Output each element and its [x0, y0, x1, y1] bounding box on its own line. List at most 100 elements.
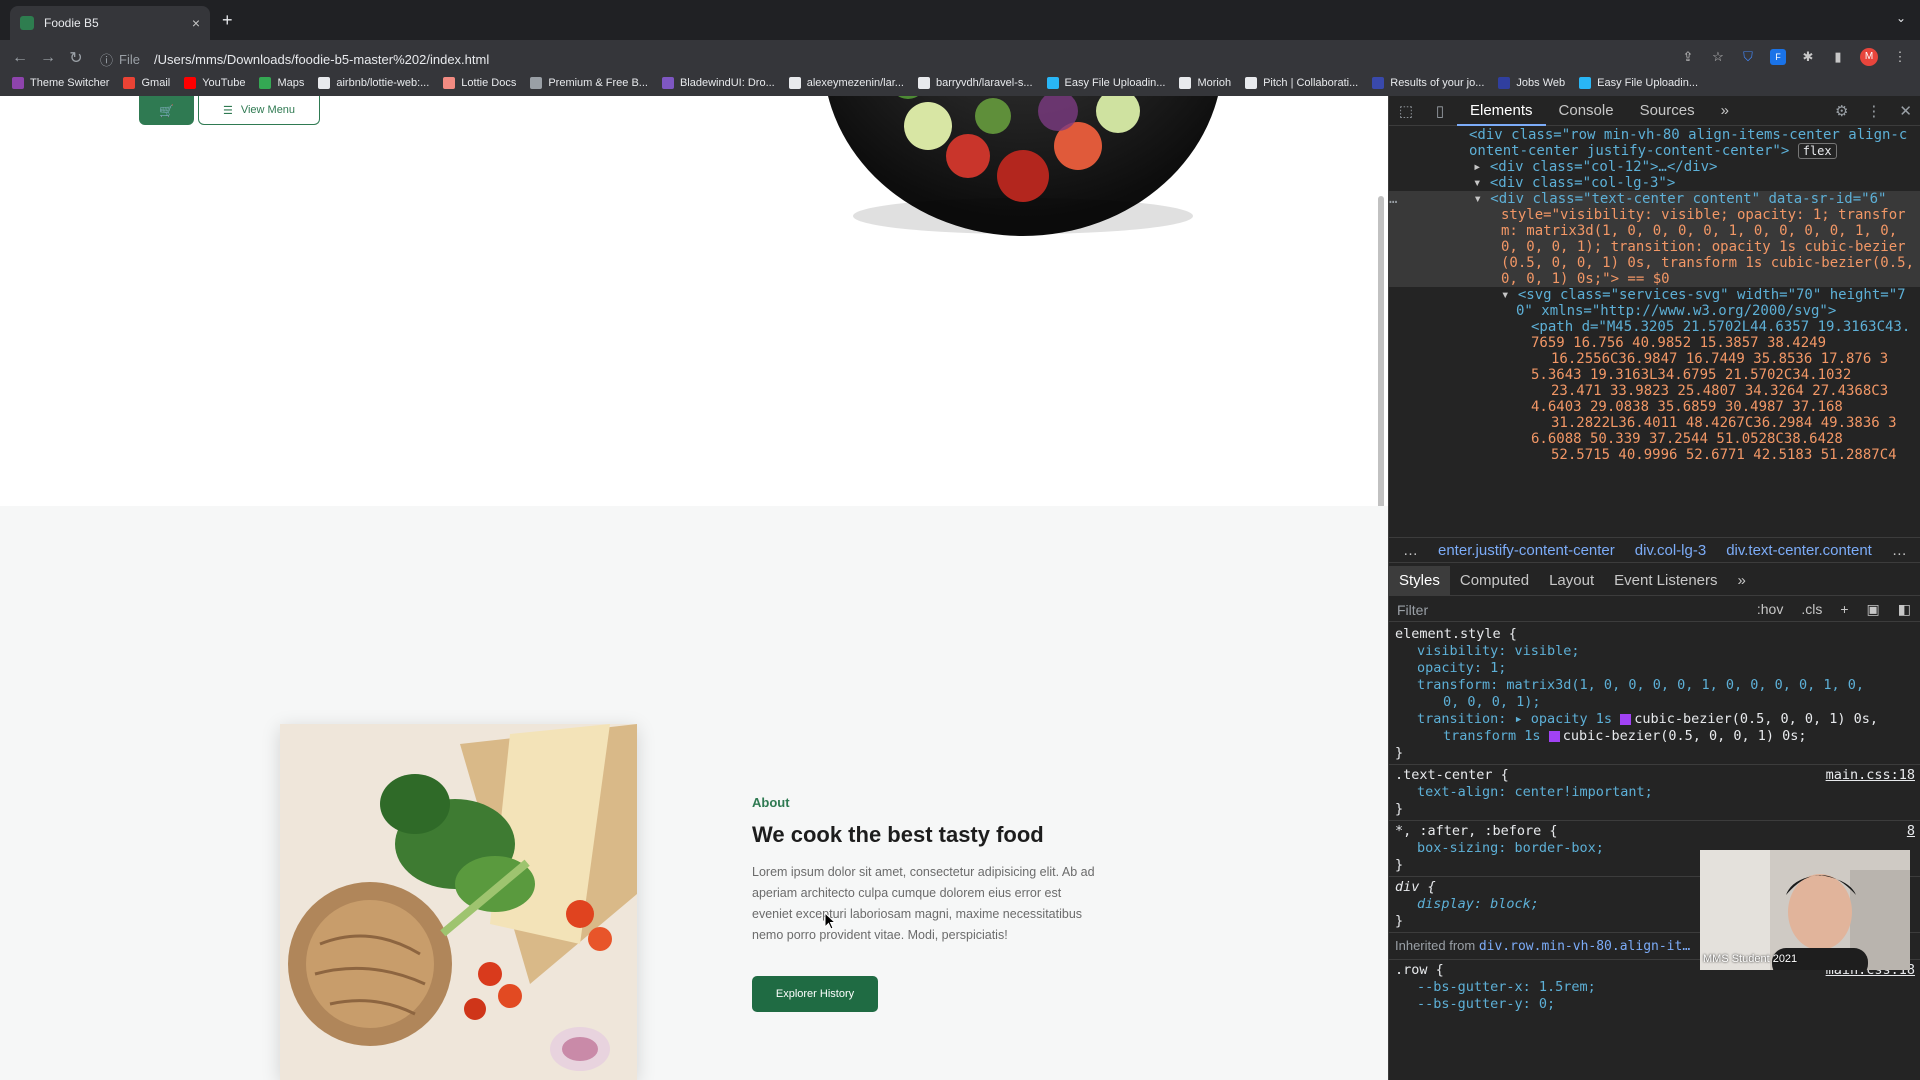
close-devtools-icon[interactable]: ✕: [1899, 102, 1912, 120]
inspect-element-icon[interactable]: ⬚: [1389, 102, 1423, 120]
site-info-icon[interactable]: ⓘ: [100, 50, 113, 69]
cart-button[interactable]: 🛒: [139, 96, 194, 125]
explorer-history-button[interactable]: Explorer History: [752, 976, 878, 1012]
tab-event-listeners[interactable]: Event Listeners: [1604, 566, 1727, 596]
extension-shield-icon[interactable]: ⛉: [1740, 49, 1756, 65]
bookmark-star-icon[interactable]: ☆: [1710, 49, 1726, 65]
inherited-from-link[interactable]: div.row.min-vh-80.align-it…: [1479, 939, 1690, 954]
bookmark-item[interactable]: Theme Switcher: [12, 77, 109, 89]
flex-badge[interactable]: flex: [1797, 143, 1837, 159]
dom-line[interactable]: <div class="row min-vh-80 align-items-ce…: [1469, 127, 1907, 143]
bookmark-favicon-icon: [788, 77, 801, 89]
breadcrumb-item[interactable]: div.col-lg-3: [1635, 542, 1706, 559]
style-property[interactable]: opacity: 1;: [1395, 660, 1915, 677]
url-text[interactable]: /Users/mms/Downloads/foodie-b5-master%20…: [154, 52, 489, 67]
bookmark-item[interactable]: Lottie Docs: [443, 77, 516, 89]
style-property[interactable]: --bs-gutter-y: 0;: [1395, 996, 1915, 1013]
about-paragraph: Lorem ipsum dolor sit amet, consectetur …: [752, 865, 1095, 942]
dom-line[interactable]: <path d="M45.3205 21.5702L44.6357 19.316…: [1531, 319, 1910, 335]
bookmark-item[interactable]: Results of your jo...: [1372, 77, 1484, 89]
bookmark-item[interactable]: alexeymezenin/lar...: [788, 77, 904, 89]
dom-line[interactable]: <div class="col-12">…</div>: [1490, 159, 1718, 175]
bookmark-label: Theme Switcher: [30, 77, 110, 89]
style-property[interactable]: text-align: center!important;: [1395, 784, 1915, 801]
extension-icon[interactable]: F: [1770, 49, 1786, 65]
reload-icon[interactable]: ↻: [62, 48, 90, 68]
new-tab-button[interactable]: +: [222, 10, 233, 31]
hover-state-toggle[interactable]: :hov: [1757, 601, 1783, 618]
bookmark-item[interactable]: Morioh: [1179, 77, 1231, 89]
selected-dom-node[interactable]: … ▾ <div class="text-center content" data…: [1389, 191, 1920, 287]
bookmark-item[interactable]: Gmail: [123, 77, 170, 89]
dom-line: 0" xmlns="http://www.w3.org/2000/svg">: [1516, 303, 1837, 319]
view-menu-button[interactable]: ☰ View Menu: [198, 96, 320, 125]
device-toolbar-icon[interactable]: ▯: [1423, 102, 1457, 120]
bookmark-label: Results of your jo...: [1390, 77, 1485, 89]
more-tabs-icon[interactable]: »: [1708, 96, 1742, 126]
text-center-rule[interactable]: .text-center { main.css:18 text-align: c…: [1389, 765, 1920, 821]
bookmark-favicon-icon: [1245, 77, 1258, 89]
breadcrumb-overflow[interactable]: …: [1892, 542, 1907, 559]
element-style-rule[interactable]: element.style { visibility: visible; opa…: [1389, 624, 1920, 765]
page-scrollbar[interactable]: [1378, 196, 1384, 526]
breadcrumb-overflow[interactable]: …: [1403, 542, 1418, 559]
extensions-puzzle-icon[interactable]: ✱: [1800, 49, 1816, 65]
browser-tab-active[interactable]: Foodie B5 ×: [10, 6, 210, 40]
profile-avatar[interactable]: M: [1860, 48, 1878, 66]
bookmark-item[interactable]: Easy File Uploadin...: [1579, 77, 1698, 89]
side-panel-icon[interactable]: ▮: [1830, 49, 1846, 65]
tab-computed[interactable]: Computed: [1450, 566, 1539, 596]
style-property[interactable]: transition: ▸ opacity 1s: [1417, 711, 1612, 727]
forward-icon[interactable]: →: [34, 49, 62, 67]
bezier-swatch-icon[interactable]: [1548, 730, 1560, 742]
toggle-sidebar-icon[interactable]: ◧: [1898, 601, 1911, 618]
share-icon[interactable]: ⇪: [1680, 49, 1696, 65]
bookmark-label: Jobs Web: [1516, 77, 1566, 89]
address-bar[interactable]: ⓘ File /Users/mms/Downloads/foodie-b5-ma…: [100, 46, 1690, 72]
bookmark-item[interactable]: barryvdh/laravel-s...: [917, 77, 1033, 89]
close-tab-icon[interactable]: ×: [192, 15, 200, 31]
bookmark-item[interactable]: Jobs Web: [1498, 77, 1565, 89]
dom-line: 7659 16.756 40.9852 15.3857 38.4249: [1531, 335, 1827, 351]
back-icon[interactable]: ←: [6, 49, 34, 67]
tab-styles[interactable]: Styles: [1389, 565, 1450, 596]
tab-elements[interactable]: Elements: [1457, 96, 1546, 126]
dom-line[interactable]: <svg class="services-svg" width="70" hei…: [1518, 287, 1906, 303]
settings-gear-icon[interactable]: ⚙: [1835, 102, 1848, 120]
rendering-emulation-icon[interactable]: ▣: [1867, 601, 1880, 618]
bookmark-item[interactable]: Easy File Uploadin...: [1046, 77, 1165, 89]
devtools-menu-icon[interactable]: ⋮: [1866, 102, 1881, 120]
bezier-swatch-icon[interactable]: [1620, 713, 1632, 725]
bookmark-item[interactable]: Maps: [259, 77, 304, 89]
filter-input[interactable]: Filter: [1397, 602, 1428, 618]
about-heading: We cook the best tasty food: [752, 822, 1044, 847]
style-property[interactable]: transform: matrix3d(1, 0, 0, 0, 0, 1, 0,…: [1395, 677, 1915, 694]
bookmark-label: Morioh: [1197, 77, 1232, 89]
browser-menu-icon[interactable]: ⋮: [1892, 49, 1908, 65]
styles-filter[interactable]: Filter :hov .cls + ▣ ◧: [1389, 598, 1920, 622]
more-subtabs-icon[interactable]: »: [1728, 566, 1756, 596]
new-rule-button[interactable]: +: [1840, 601, 1848, 618]
dom-line[interactable]: ontent-center justify-content-center">: [1469, 143, 1789, 159]
style-property[interactable]: --bs-gutter-x: 1.5rem;: [1395, 979, 1915, 996]
dom-line[interactable]: <div class="col-lg-3">: [1490, 175, 1675, 191]
dom-line[interactable]: <div class="text-center content" data-sr…: [1490, 191, 1886, 207]
bookmark-item[interactable]: Pitch | Collaborati...: [1245, 77, 1358, 89]
bezier-value: cubic-bezier(0.5, 0, 0, 1) 0s,: [1634, 711, 1879, 727]
source-link[interactable]: main.css:18: [1826, 767, 1915, 784]
tab-console[interactable]: Console: [1546, 96, 1627, 126]
tab-search-icon[interactable]: ⌄: [1896, 11, 1906, 25]
bookmark-item[interactable]: YouTube: [184, 77, 245, 89]
class-toggle[interactable]: .cls: [1801, 601, 1822, 618]
dom-tree[interactable]: <div class="row min-vh-80 align-items-ce…: [1389, 127, 1920, 537]
breadcrumb-item[interactable]: enter.justify-content-center: [1438, 542, 1615, 559]
bookmark-label: Lottie Docs: [461, 77, 517, 89]
bookmark-item[interactable]: Premium & Free B...: [530, 77, 648, 89]
breadcrumb-item[interactable]: div.text-center.content: [1726, 542, 1872, 559]
source-link[interactable]: 8: [1907, 823, 1915, 840]
bookmark-item[interactable]: airbnb/lottie-web:...: [318, 77, 429, 89]
tab-sources[interactable]: Sources: [1627, 96, 1708, 126]
style-property[interactable]: visibility: visible;: [1395, 643, 1915, 660]
tab-layout[interactable]: Layout: [1539, 566, 1604, 596]
bookmark-item[interactable]: BladewindUI: Dro...: [661, 77, 775, 89]
